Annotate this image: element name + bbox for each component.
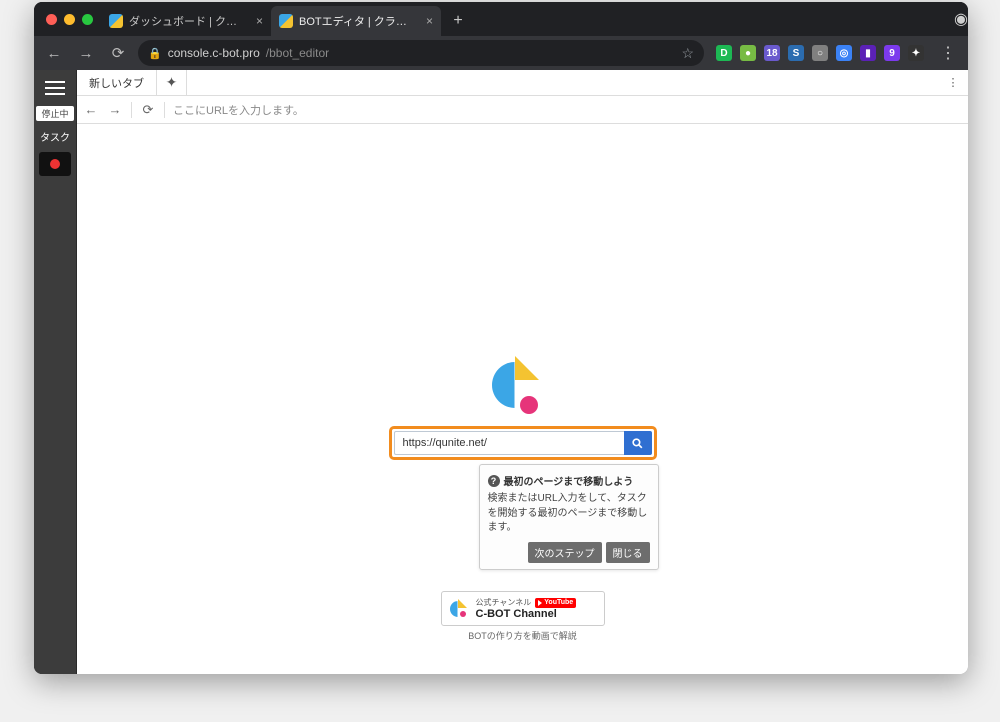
search-highlight-box [389, 426, 657, 460]
extension-icon[interactable]: 9 [884, 45, 900, 61]
browser-window: ダッシュボード | クラウドBOT × BOTエディタ | クラウドBOT × … [34, 2, 968, 674]
maximize-window-button[interactable] [82, 14, 93, 25]
extensions-puzzle-icon[interactable]: ✦ [908, 45, 924, 61]
channel-name: C-BOT Channel [476, 608, 577, 620]
inner-reload-button[interactable]: ⟳ [140, 102, 156, 118]
browser-tab-inactive[interactable]: ダッシュボード | クラウドBOT × [101, 6, 271, 36]
account-icon[interactable]: ◉ [954, 9, 968, 29]
favicon-icon [279, 14, 293, 28]
browser-menu-button[interactable]: ⋮ [936, 43, 960, 63]
extension-icon[interactable]: ◎ [836, 45, 852, 61]
close-tip-button[interactable]: 閉じる [606, 542, 650, 563]
extension-icon[interactable]: D [716, 45, 732, 61]
tip-body: 検索またはURL入力をして、タスクを開始する最初のページまで移動します。 [488, 492, 650, 536]
extension-icon[interactable]: ● [740, 45, 756, 61]
inner-forward-button[interactable]: → [107, 102, 123, 117]
tab-label: ダッシュボード | クラウドBOT [129, 13, 246, 29]
browser-tabstrip: ダッシュボード | クラウドBOT × BOTエディタ | クラウドBOT × … [34, 2, 968, 36]
search-go-button[interactable] [624, 431, 652, 455]
url-search-input[interactable] [394, 431, 624, 455]
inner-more-button[interactable]: ⋮ [938, 70, 968, 95]
inner-tab[interactable]: 新しいタブ [77, 70, 157, 95]
inner-new-tab-button[interactable]: ✦ [157, 70, 187, 95]
bookmark-star-icon[interactable]: ☆ [681, 45, 694, 62]
new-tab-button[interactable]: + [445, 8, 471, 34]
tip-title: 最初のページまで移動しよう [504, 473, 634, 488]
status-badge: 停止中 [36, 106, 74, 121]
minimize-window-button[interactable] [64, 14, 75, 25]
official-channel-label: 公式チャンネル [476, 599, 532, 608]
reload-button[interactable]: ⟳ [106, 41, 130, 65]
inner-tab-label: 新しいタブ [89, 75, 144, 91]
extension-icon[interactable]: ▮ [860, 45, 876, 61]
favicon-icon [109, 14, 123, 28]
lock-icon: 🔒 [148, 47, 162, 60]
tab-label: BOTエディタ | クラウドBOT [299, 13, 416, 29]
youtube-caption: BOTの作り方を動画で解説 [468, 629, 577, 642]
onboarding-tip: ? 最初のページまで移動しよう 検索またはURL入力をして、タスクを開始する最初… [479, 464, 659, 570]
browser-tab-active[interactable]: BOTエディタ | クラウドBOT × [271, 6, 441, 36]
extension-icon[interactable]: ○ [812, 45, 828, 61]
close-window-button[interactable] [46, 14, 57, 25]
record-dot-icon [50, 159, 60, 169]
help-icon: ? [488, 475, 500, 487]
divider [131, 102, 132, 118]
record-button[interactable] [39, 152, 71, 176]
logo-dot-icon [520, 396, 538, 414]
inner-tabstrip: 新しいタブ ✦ ⋮ [77, 70, 968, 96]
inner-toolbar: ← → ⟳ ここにURLを入力します。 [77, 96, 968, 124]
youtube-badge: YouTube [535, 598, 576, 608]
task-label[interactable]: タスク [34, 125, 76, 148]
extension-icons: D ● 18 S ○ ◎ ▮ 9 ✦ [712, 45, 928, 61]
extension-icon[interactable]: S [788, 45, 804, 61]
inner-url-placeholder[interactable]: ここにURLを入力します。 [173, 102, 962, 118]
app-pane: 新しいタブ ✦ ⋮ ← → ⟳ ここにURLを入力します。 [76, 70, 968, 674]
forward-button[interactable]: → [74, 41, 98, 65]
divider [164, 102, 165, 118]
youtube-channel-banner[interactable]: 公式チャンネル YouTube C-BOT Channel [441, 591, 605, 626]
content-area: 停止中 タスク 新しいタブ ✦ ⋮ ← → ⟳ ここにURLを入力し [34, 70, 968, 674]
url-host: console.c-bot.pro [168, 46, 260, 60]
menu-hamburger-button[interactable] [38, 74, 72, 102]
address-bar[interactable]: 🔒 console.c-bot.pro/bbot_editor ☆ [138, 40, 704, 66]
browser-toolbar: ← → ⟳ 🔒 console.c-bot.pro/bbot_editor ☆ … [34, 36, 968, 70]
search-icon [631, 437, 644, 450]
logo-triangle-icon [515, 356, 539, 380]
inner-back-button[interactable]: ← [83, 102, 99, 117]
window-controls [44, 14, 101, 25]
close-tab-icon[interactable]: × [426, 14, 433, 28]
cbot-logo [492, 356, 554, 418]
url-path: /bbot_editor [266, 46, 329, 60]
cbot-mini-logo [450, 599, 470, 619]
canvas-area: ? 最初のページまで移動しよう 検索またはURL入力をして、タスクを開始する最初… [77, 124, 968, 674]
extension-icon[interactable]: 18 [764, 45, 780, 61]
back-button[interactable]: ← [42, 41, 66, 65]
close-tab-icon[interactable]: × [256, 14, 263, 28]
left-rail: 停止中 タスク [34, 70, 76, 674]
next-step-button[interactable]: 次のステップ [528, 542, 602, 563]
